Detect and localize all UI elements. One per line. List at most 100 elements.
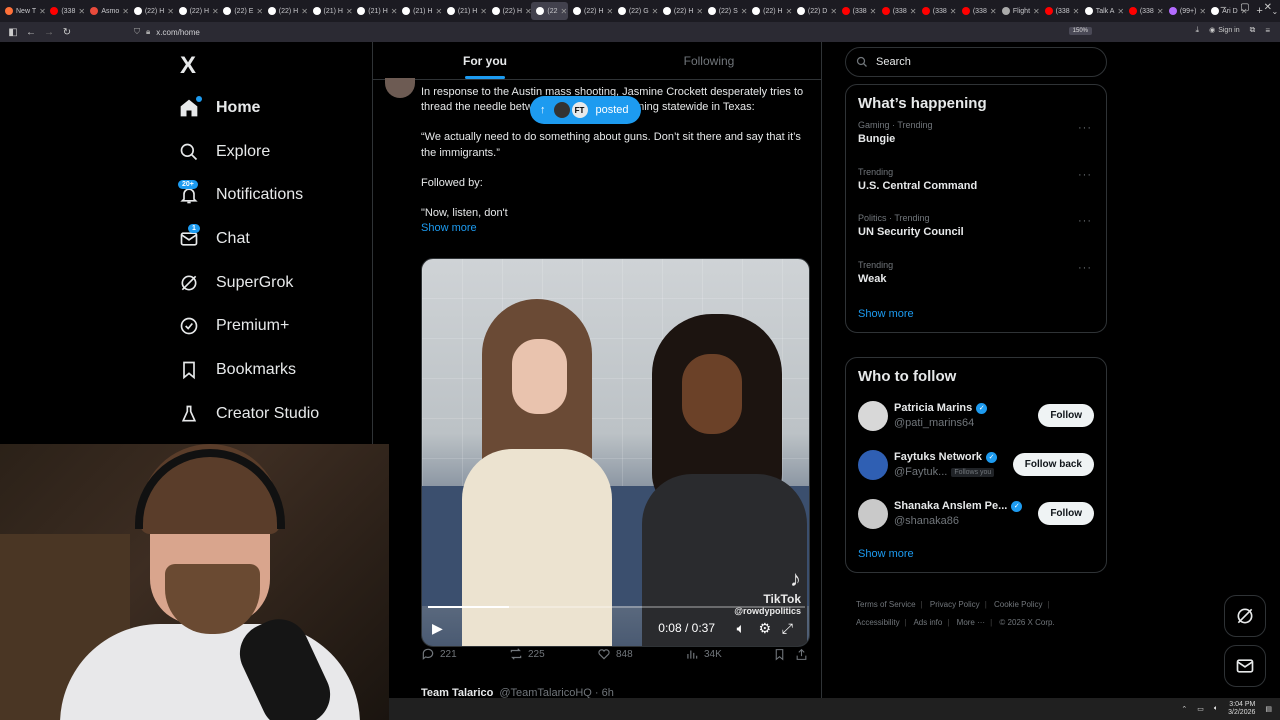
browser-tab[interactable]: (22 ✕ bbox=[531, 2, 569, 20]
like-button[interactable]: 848 bbox=[597, 647, 633, 661]
browser-tab[interactable]: (22) H ✕ bbox=[174, 2, 218, 20]
browser-tab[interactable]: Talk A ✕ bbox=[1080, 2, 1124, 20]
follow-button[interactable]: Follow bbox=[1038, 404, 1094, 427]
tab-for-you[interactable]: For you bbox=[373, 42, 597, 79]
browser-tab[interactable]: (338 ✕ bbox=[917, 2, 957, 20]
tab-close-icon[interactable]: ✕ bbox=[990, 7, 997, 16]
new-posts-pill[interactable]: ↑ FT posted bbox=[530, 96, 641, 124]
follow-suggestion[interactable]: Shanaka Anslem Pe... ✓ @shanaka86 Follow bbox=[846, 489, 1106, 538]
tab-close-icon[interactable]: ✕ bbox=[1073, 7, 1080, 16]
video-progress-bar[interactable] bbox=[428, 606, 805, 608]
footer-link[interactable]: Accessibility bbox=[856, 618, 900, 627]
browser-tab[interactable]: (22) H ✕ bbox=[747, 2, 792, 20]
trend-item[interactable]: Gaming · Trending Bungie ··· bbox=[846, 118, 1106, 165]
nav-item-supergrok[interactable]: SuperGrok bbox=[178, 261, 319, 305]
trend-item[interactable]: Politics · Trending UN Security Council … bbox=[846, 211, 1106, 258]
tab-close-icon[interactable]: ✕ bbox=[78, 7, 85, 16]
tweet-video[interactable]: ♪ TikTok @rowdypolitics ▶ 0:08 / 0:37 🔈︎… bbox=[421, 258, 810, 647]
reload-icon[interactable]: ↻ bbox=[58, 27, 76, 38]
footer-link[interactable]: Privacy Policy bbox=[930, 600, 980, 609]
more-icon[interactable]: ··· bbox=[1078, 169, 1092, 181]
browser-tab[interactable]: New T ✕ bbox=[0, 2, 45, 20]
url-bar[interactable]: ⛉ 🔒︎ x.com/home 150% bbox=[134, 24, 1104, 40]
browser-tab[interactable]: (22) S ✕ bbox=[703, 2, 747, 20]
browser-tab[interactable]: (338 ✕ bbox=[837, 2, 877, 20]
author-avatar[interactable] bbox=[385, 78, 415, 98]
fullscreen-icon[interactable]: ⤢ bbox=[782, 620, 793, 637]
reply-button[interactable]: 221 bbox=[421, 647, 457, 661]
trend-item[interactable]: Trending Weak ··· bbox=[846, 258, 1106, 305]
nav-item-notifications[interactable]: 20+ Notifications bbox=[178, 173, 319, 217]
menu-icon[interactable]: ≡ bbox=[1265, 26, 1270, 35]
notification-center-icon[interactable]: ▤ bbox=[1265, 705, 1272, 713]
repost-button[interactable]: 225 bbox=[509, 647, 545, 661]
more-icon[interactable]: ··· bbox=[1078, 122, 1092, 134]
nav-item-explore[interactable]: Explore bbox=[178, 130, 319, 174]
follow-suggestion[interactable]: Patricia Marins ✓ @pati_marins64 Follow bbox=[846, 391, 1106, 440]
back-icon[interactable]: ← bbox=[22, 27, 40, 38]
volume-icon[interactable]: 🔈︎ bbox=[737, 620, 745, 637]
browser-tab[interactable]: (22) H ✕ bbox=[658, 2, 703, 20]
show-more-link[interactable]: Show more bbox=[421, 221, 816, 236]
nav-item-home[interactable]: Home bbox=[178, 86, 319, 130]
avatar[interactable] bbox=[858, 498, 888, 529]
show-more-link[interactable]: Show more bbox=[846, 304, 1106, 332]
more-icon[interactable]: ··· bbox=[1078, 215, 1092, 227]
browser-tab[interactable]: (338 ✕ bbox=[1040, 2, 1080, 20]
grok-button[interactable] bbox=[1224, 595, 1266, 637]
browser-tab[interactable]: Asmo ✕ bbox=[85, 2, 129, 20]
footer-link[interactable]: Cookie Policy bbox=[994, 600, 1042, 609]
close-icon[interactable]: ✕ bbox=[1264, 2, 1272, 13]
share-button[interactable] bbox=[795, 648, 808, 661]
extensions-icon[interactable]: ⧉ bbox=[1250, 25, 1256, 35]
footer-link[interactable]: More ··· bbox=[957, 618, 985, 627]
browser-tab[interactable]: (338 ✕ bbox=[1124, 2, 1164, 20]
footer-link[interactable]: Ads info bbox=[913, 618, 942, 627]
bookmark-button[interactable] bbox=[773, 648, 786, 661]
browser-tab[interactable]: (338 ✕ bbox=[877, 2, 917, 20]
browser-tab[interactable]: (21) H ✕ bbox=[352, 2, 397, 20]
url-text[interactable]: x.com/home bbox=[156, 28, 200, 37]
browser-tab[interactable]: (99+) ✕ bbox=[1164, 2, 1206, 20]
browser-tab[interactable]: (21) H ✕ bbox=[308, 2, 352, 20]
settings-icon[interactable]: ⚙ bbox=[758, 620, 771, 637]
nav-item-creator-studio[interactable]: Creator Studio bbox=[178, 392, 319, 436]
avatar[interactable] bbox=[858, 400, 888, 431]
search-input[interactable]: Search bbox=[845, 47, 1107, 77]
browser-tab[interactable]: (22) H ✕ bbox=[129, 2, 174, 20]
tab-close-icon[interactable]: ✕ bbox=[870, 7, 877, 16]
tab-close-icon[interactable]: ✕ bbox=[1199, 7, 1206, 16]
avatar[interactable] bbox=[858, 449, 888, 480]
browser-tab[interactable]: (21) H ✕ bbox=[442, 2, 487, 20]
browser-tab[interactable]: (338 ✕ bbox=[957, 2, 997, 20]
tab-close-icon[interactable]: ✕ bbox=[950, 7, 957, 16]
browser-tab[interactable]: (22) H ✕ bbox=[263, 2, 308, 20]
network-icon[interactable]: ▭ bbox=[1197, 705, 1204, 713]
browser-tab[interactable]: Flight ✕ bbox=[997, 2, 1040, 20]
follow-button[interactable]: Follow bbox=[1038, 502, 1094, 525]
browser-tab[interactable]: (21) H ✕ bbox=[397, 2, 442, 20]
browser-tab[interactable]: (22) D ✕ bbox=[792, 2, 837, 20]
browser-tab[interactable]: (22) E ✕ bbox=[218, 2, 263, 20]
volume-icon[interactable]: 🔈︎ bbox=[1214, 705, 1218, 713]
download-icon[interactable]: ⤓ bbox=[1196, 25, 1200, 35]
messages-button[interactable] bbox=[1224, 645, 1266, 687]
lock-icon[interactable]: 🔒︎ bbox=[146, 27, 150, 37]
nav-item-bookmarks[interactable]: Bookmarks bbox=[178, 348, 319, 392]
browser-tab[interactable]: (22) H ✕ bbox=[487, 2, 531, 20]
nav-item-premium[interactable]: Premium+ bbox=[178, 304, 319, 348]
tray-chevron-icon[interactable]: ⌃ bbox=[1181, 705, 1187, 713]
trend-item[interactable]: Trending U.S. Central Command ··· bbox=[846, 165, 1106, 212]
minimize-icon[interactable]: – bbox=[1221, 2, 1227, 13]
show-more-link[interactable]: Show more bbox=[846, 538, 1106, 572]
tab-close-icon[interactable]: ✕ bbox=[1157, 7, 1164, 16]
follow-suggestion[interactable]: Faytuks Network ✓ @Faytuk... Follows you F… bbox=[846, 440, 1106, 489]
tab-close-icon[interactable]: ✕ bbox=[560, 7, 567, 16]
follow-back-button[interactable]: Follow back bbox=[1012, 453, 1094, 476]
views-button[interactable]: 34K bbox=[685, 647, 722, 661]
sign-in-button[interactable]: ◉ Sign in bbox=[1209, 26, 1240, 35]
tab-following[interactable]: Following bbox=[597, 42, 821, 79]
tab-close-icon[interactable]: ✕ bbox=[910, 7, 917, 16]
maximize-icon[interactable]: ▢ bbox=[1240, 2, 1249, 13]
tab-close-icon[interactable]: ✕ bbox=[1033, 7, 1040, 16]
